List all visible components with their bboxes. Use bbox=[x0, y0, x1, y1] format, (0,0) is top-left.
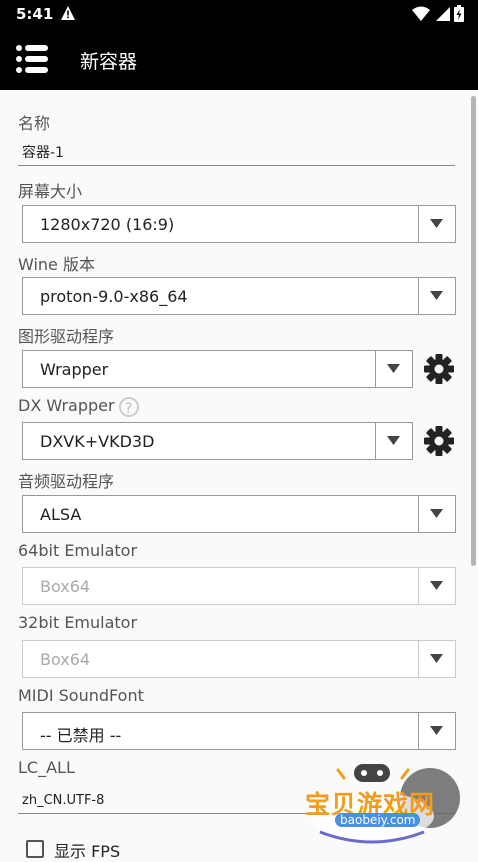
show-fps-label: 显示 FPS bbox=[54, 842, 121, 861]
name-label: 名称 bbox=[18, 114, 51, 133]
scrollbar[interactable] bbox=[471, 96, 476, 566]
dx-wrapper-value: DXVK+VKD3D bbox=[40, 432, 155, 451]
status-bar: 5:41 bbox=[0, 0, 478, 28]
screen-size-label: 屏幕大小 bbox=[18, 182, 83, 201]
graphics-driver-select[interactable]: Wrapper bbox=[22, 350, 413, 388]
wifi-icon bbox=[412, 6, 430, 21]
dx-wrapper-dropdown[interactable] bbox=[375, 423, 412, 459]
status-time: 5:41 bbox=[16, 5, 54, 23]
dx-wrapper-select[interactable]: DXVK+VKD3D bbox=[22, 422, 413, 460]
dropdown-arrow-icon bbox=[430, 291, 443, 300]
emulator-64bit-value: Box64 bbox=[40, 577, 91, 596]
audio-driver-dropdown[interactable] bbox=[418, 496, 455, 532]
dropdown-arrow-icon bbox=[430, 509, 443, 518]
wine-version-select[interactable]: proton-9.0-x86_64 bbox=[22, 277, 456, 315]
wine-version-dropdown[interactable] bbox=[418, 278, 455, 314]
dx-wrapper-settings-gear-icon[interactable] bbox=[423, 425, 455, 457]
battery-icon bbox=[454, 5, 464, 22]
audio-driver-select[interactable]: ALSA bbox=[22, 495, 456, 533]
emulator-64bit-label: 64bit Emulator bbox=[18, 541, 138, 560]
name-input[interactable]: 容器-1 bbox=[18, 140, 455, 166]
dx-wrapper-label: DX Wrapper? bbox=[18, 396, 139, 417]
dropdown-arrow-icon bbox=[430, 726, 443, 735]
graphics-driver-label: 图形驱动程序 bbox=[18, 327, 115, 346]
emulator-64bit-dropdown[interactable] bbox=[418, 568, 455, 604]
wine-version-label: Wine 版本 bbox=[18, 255, 95, 274]
dropdown-arrow-icon bbox=[430, 219, 443, 228]
midi-soundfont-value: -- 已禁用 -- bbox=[40, 726, 122, 745]
page-title: 新容器 bbox=[80, 51, 138, 73]
wine-version-value: proton-9.0-x86_64 bbox=[40, 287, 188, 306]
watermark-url: baobeiy.com bbox=[335, 813, 421, 827]
screen-size-select[interactable]: 1280x720 (16:9) bbox=[22, 205, 456, 243]
audio-driver-label: 音频驱动程序 bbox=[18, 472, 115, 491]
midi-soundfont-select[interactable]: -- 已禁用 -- bbox=[22, 712, 456, 750]
emulator-64bit-select[interactable]: Box64 bbox=[22, 567, 456, 605]
dropdown-arrow-icon bbox=[387, 436, 400, 445]
emulator-32bit-select[interactable]: Box64 bbox=[22, 640, 456, 678]
dropdown-arrow-icon bbox=[430, 581, 443, 590]
menu-icon[interactable] bbox=[16, 44, 48, 74]
emulator-32bit-label: 32bit Emulator bbox=[18, 613, 138, 632]
show-fps-checkbox[interactable] bbox=[26, 840, 44, 858]
dx-wrapper-label-text: DX Wrapper bbox=[18, 396, 115, 415]
graphics-driver-value: Wrapper bbox=[40, 360, 109, 379]
system-icons bbox=[412, 5, 464, 22]
lc-all-label: LC_ALL bbox=[18, 758, 75, 777]
graphics-driver-settings-gear-icon[interactable] bbox=[423, 353, 455, 385]
help-icon[interactable]: ? bbox=[118, 396, 139, 417]
graphics-driver-dropdown[interactable] bbox=[375, 351, 412, 387]
emulator-32bit-dropdown[interactable] bbox=[418, 641, 455, 677]
audio-driver-value: ALSA bbox=[40, 505, 82, 524]
midi-soundfont-dropdown[interactable] bbox=[418, 713, 455, 749]
screen-size-dropdown[interactable] bbox=[418, 206, 455, 242]
dropdown-arrow-icon bbox=[430, 654, 443, 663]
midi-soundfont-label: MIDI SoundFont bbox=[18, 686, 144, 705]
emulator-32bit-value: Box64 bbox=[40, 650, 91, 669]
app-bar: 新容器 bbox=[0, 28, 478, 90]
alert-icon bbox=[61, 6, 75, 20]
screen-size-value: 1280x720 (16:9) bbox=[40, 215, 175, 234]
dropdown-arrow-icon bbox=[387, 364, 400, 373]
signal-icon bbox=[436, 6, 450, 21]
